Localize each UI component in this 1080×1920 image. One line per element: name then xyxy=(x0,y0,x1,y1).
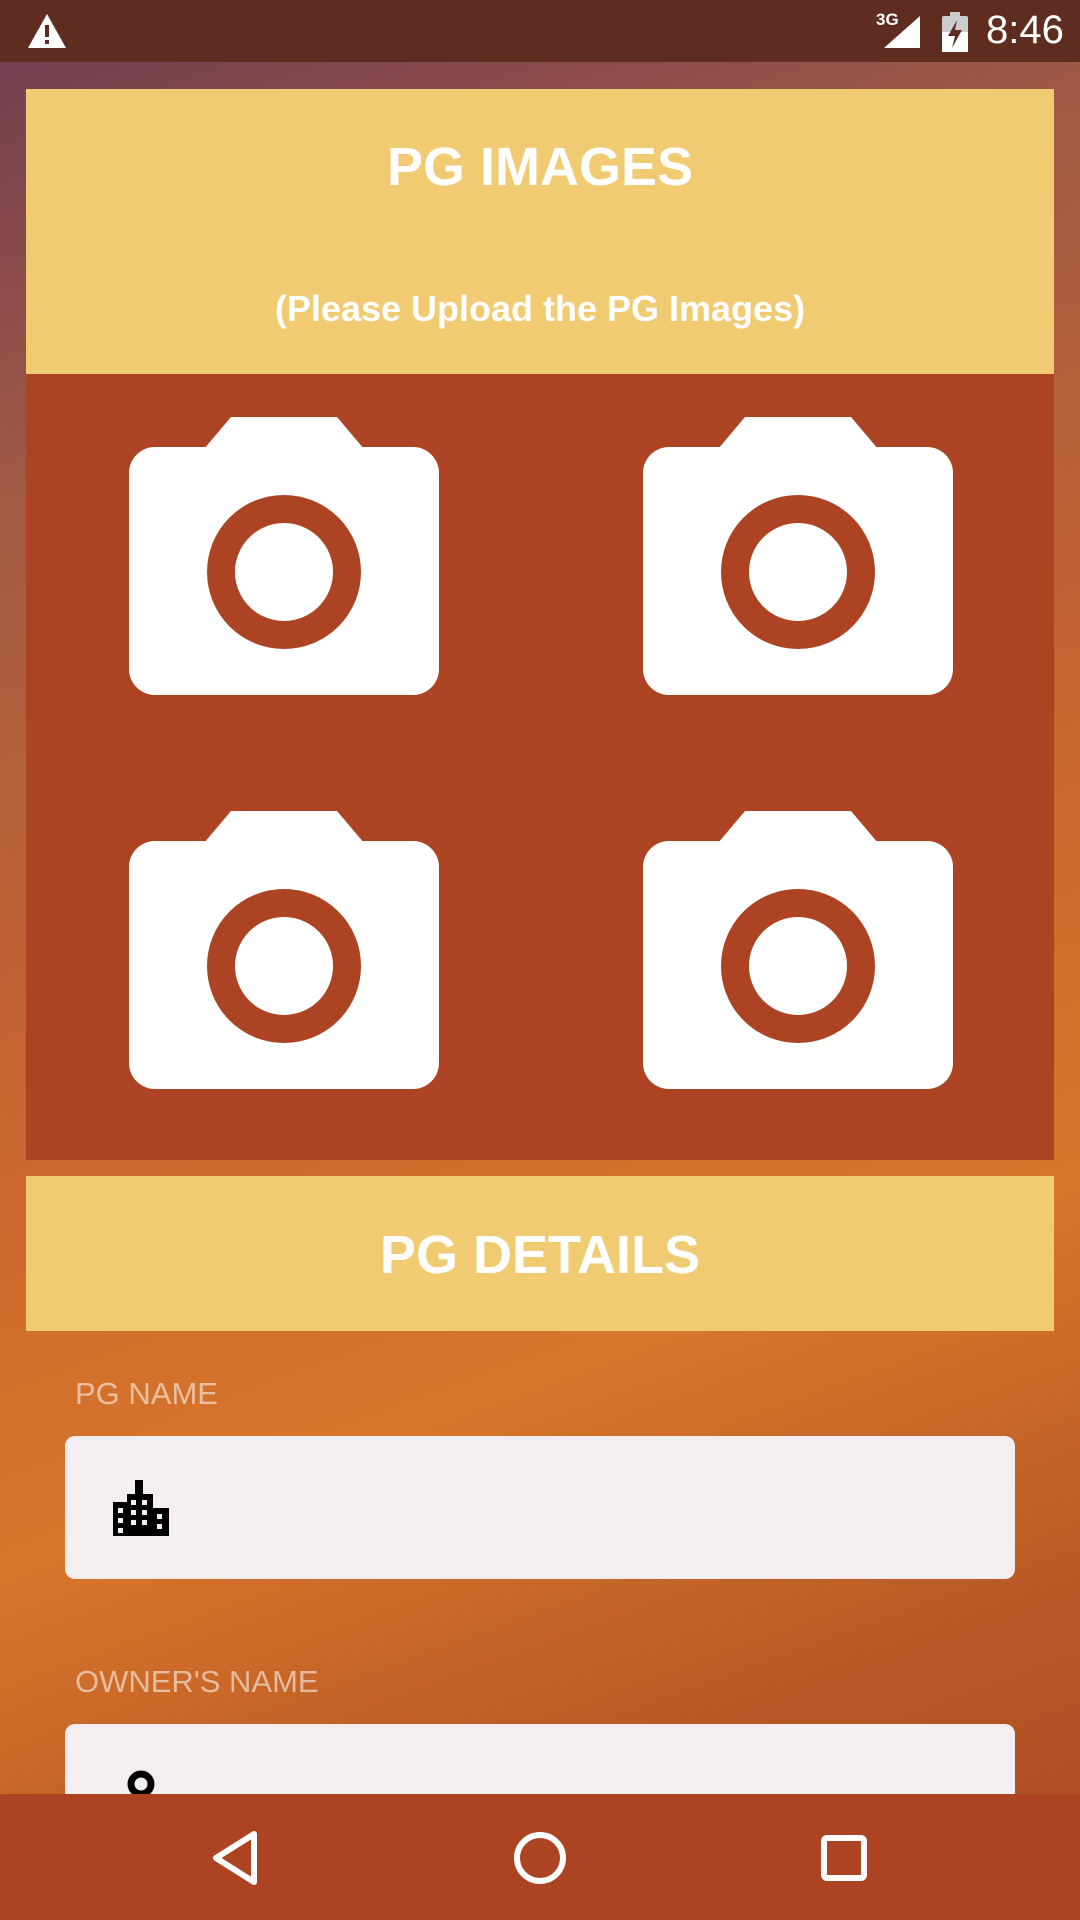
camera-icon xyxy=(643,417,953,695)
battery-charging-icon xyxy=(942,12,968,52)
signal-icon xyxy=(884,16,920,48)
person-icon xyxy=(127,1770,155,1794)
upload-image-button-2[interactable] xyxy=(643,417,953,697)
pg-images-grid xyxy=(26,374,1054,1160)
pg-name-field[interactable] xyxy=(65,1436,1015,1579)
warning-icon xyxy=(28,14,66,48)
upload-image-button-1[interactable] xyxy=(129,417,439,697)
camera-icon xyxy=(129,811,439,1089)
back-icon[interactable] xyxy=(202,1822,274,1894)
upload-image-button-3[interactable] xyxy=(129,811,439,1091)
pg-details-title: PG DETAILS xyxy=(379,1225,701,1285)
owner-name-field[interactable] xyxy=(65,1724,1015,1794)
pg-images-header xyxy=(26,89,1054,374)
upload-image-button-4[interactable] xyxy=(643,811,953,1091)
pg-name-label: PG NAME xyxy=(75,1376,218,1411)
status-bar: 3G 8:46 xyxy=(0,0,1080,62)
building-icon xyxy=(113,1480,169,1536)
owner-name-label: OWNER'S NAME xyxy=(75,1664,319,1699)
pg-images-subtitle: (Please Upload the PG Images) xyxy=(274,288,806,329)
pg-images-title: PG IMAGES xyxy=(386,137,694,197)
navigation-bar xyxy=(0,1794,1080,1920)
owner-name-input[interactable] xyxy=(205,1724,995,1794)
recents-icon[interactable] xyxy=(808,1822,880,1894)
camera-icon xyxy=(129,417,439,695)
camera-icon xyxy=(643,811,953,1089)
home-icon[interactable] xyxy=(504,1822,576,1894)
pg-name-input[interactable] xyxy=(205,1436,995,1579)
clock: 8:46 xyxy=(986,8,1064,52)
